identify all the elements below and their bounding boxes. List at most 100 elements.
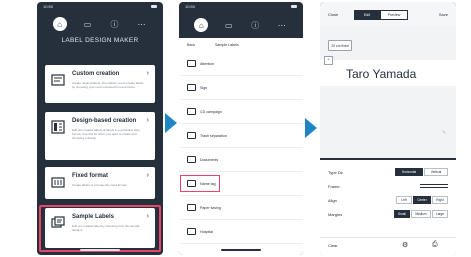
- editor-toolbar: Close Edit Preview Save: [320, 2, 456, 26]
- clear-button[interactable]: Clear: [328, 243, 338, 248]
- folder-label: Documents: [200, 157, 219, 162]
- folder-row[interactable]: CD campaign: [179, 100, 303, 124]
- menu-design-based[interactable]: Design-based creation Edit pre-created l…: [45, 112, 155, 160]
- folder-icon: [187, 108, 196, 115]
- row-label: Type Dir.: [328, 169, 344, 175]
- option-right[interactable]: Right: [432, 196, 448, 204]
- frame-preview-line: [420, 184, 448, 185]
- row-label: Margins: [328, 211, 343, 217]
- gear-icon[interactable]: ⚙: [402, 241, 408, 249]
- row-margins: Margins Small Medium Large: [328, 208, 448, 220]
- label-strip[interactable]: Taro Yamada: [320, 60, 456, 86]
- more-icon[interactable]: ⋯: [276, 19, 288, 31]
- row-label: Frame: [328, 183, 340, 189]
- home-indicator: [221, 249, 261, 251]
- editor-screen: Close Edit Preview Save 20 cm fixed Taro…: [320, 2, 456, 255]
- top-tabs: ⌂ ▭ ⓘ ⋯: [37, 13, 163, 35]
- option-small[interactable]: Small: [394, 210, 410, 218]
- row-type-dir: Type Dir. Horizontal Vertical: [328, 166, 448, 178]
- resize-handle-icon[interactable]: +: [324, 56, 333, 65]
- home-screen: 10:50 ⌂ ▭ ⓘ ⋯ LABEL DESIGN MAKER Custom …: [37, 2, 163, 255]
- chevron-right-icon: ›: [146, 172, 149, 179]
- row-label: Align: [328, 197, 337, 203]
- menu-custom-creation[interactable]: Custom creation Create original labels. …: [45, 65, 155, 103]
- sample-labels-screen: 10:50 ⌂ ▭ ⓘ ⋯ Back Sample Labels Attenti…: [179, 2, 303, 255]
- folder-label: Hospital: [200, 229, 213, 234]
- folder-row-name-tag[interactable]: Name tag: [179, 172, 303, 196]
- folder-icon: [187, 84, 196, 91]
- folder-icon: [187, 180, 196, 187]
- status-bar: 10:50: [179, 2, 303, 11]
- folder-row[interactable]: Hospital: [179, 220, 303, 244]
- sample-labels-highlight: [39, 205, 161, 252]
- home-indicator: [80, 249, 120, 251]
- home-icon[interactable]: ⌂: [52, 17, 67, 31]
- folder-row[interactable]: Trash separation: [179, 124, 303, 148]
- property-panel: Type Dir. Horizontal Vertical Frame Alig…: [320, 160, 456, 255]
- folder-label: Attention: [200, 61, 215, 66]
- battery-icon: [291, 5, 297, 8]
- print-icon[interactable]: ⎙: [432, 241, 438, 249]
- folder-icon[interactable]: ▭: [82, 18, 94, 30]
- folder-row[interactable]: Documents: [179, 148, 303, 172]
- sample-labels-sheet: Back Sample Labels Attention Sign CD cam…: [179, 38, 303, 255]
- menu-title: Design-based creation: [72, 118, 137, 124]
- folder-row[interactable]: Sign: [179, 76, 303, 100]
- label-text[interactable]: Taro Yamada: [346, 67, 416, 81]
- folder-row[interactable]: Paper saving: [179, 196, 303, 220]
- folder-icon[interactable]: ▭: [223, 19, 235, 31]
- menu-desc: Create original labels. Also allows you …: [72, 81, 144, 89]
- row-frame[interactable]: Frame: [328, 180, 448, 192]
- frame-preview-line: [420, 187, 448, 188]
- option-large[interactable]: Large: [432, 210, 448, 218]
- app-title: LABEL DESIGN MAKER: [61, 37, 139, 44]
- save-button[interactable]: Save: [439, 12, 448, 17]
- folder-label: Trash separation: [200, 133, 227, 138]
- fixed-length-badge[interactable]: 20 cm fixed: [328, 40, 352, 51]
- tab-edit[interactable]: Edit: [354, 10, 380, 20]
- status-bar: 10:50: [37, 2, 163, 11]
- folder-label: Name tag: [200, 181, 216, 186]
- option-center[interactable]: Center: [413, 196, 431, 204]
- label-canvas[interactable]: 20 cm fixed Taro Yamada + ✎: [320, 26, 456, 158]
- folder-label: CD campaign: [200, 109, 222, 114]
- status-time: 10:50: [185, 4, 196, 9]
- sheet-header: Back Sample Labels: [179, 38, 303, 52]
- folder-label: Sign: [200, 85, 208, 90]
- arrow-right-icon: [305, 118, 317, 138]
- menu-desc: Edit pre-created labels of labels in a p…: [72, 128, 140, 140]
- close-button[interactable]: Close: [328, 12, 338, 17]
- info-icon[interactable]: ⓘ: [249, 19, 261, 31]
- option-vertical[interactable]: Vertical: [424, 168, 448, 176]
- chevron-right-icon: ›: [146, 70, 149, 77]
- menu-desc: Create labels of a frequently used forma…: [72, 183, 128, 187]
- tab-preview[interactable]: Preview: [380, 10, 408, 20]
- folder-icon: [187, 228, 196, 235]
- sheet-title: Sample Labels: [215, 43, 239, 47]
- fixed-format-icon: [51, 177, 65, 188]
- menu-title: Fixed format: [72, 173, 109, 179]
- home-icon[interactable]: ⌂: [194, 18, 209, 32]
- back-button[interactable]: Back: [187, 43, 211, 47]
- more-icon[interactable]: ⋯: [136, 18, 148, 30]
- custom-creation-icon: [51, 74, 65, 86]
- folder-icon: [187, 204, 196, 211]
- folder-row[interactable]: Attention: [179, 52, 303, 76]
- battery-icon: [151, 5, 157, 8]
- row-align: Align Left Center Right: [328, 194, 448, 206]
- folder-icon: [187, 60, 196, 67]
- folder-icon: [187, 132, 196, 139]
- option-left[interactable]: Left: [396, 196, 412, 204]
- menu-fixed-format[interactable]: Fixed format Create labels of a frequent…: [45, 167, 155, 199]
- pencil-icon[interactable]: ✎: [442, 130, 448, 136]
- top-tabs: ⌂ ▭ ⓘ ⋯: [179, 15, 303, 35]
- option-medium[interactable]: Medium: [411, 210, 431, 218]
- status-time: 10:50: [43, 4, 54, 9]
- option-horizontal[interactable]: Horizontal: [395, 168, 423, 176]
- info-icon[interactable]: ⓘ: [109, 18, 121, 30]
- bottom-toolbar: Clear ⚙ ⎙: [320, 237, 456, 255]
- folder-icon: [187, 156, 196, 163]
- chevron-right-icon: ›: [146, 117, 149, 124]
- folder-label: Paper saving: [200, 205, 221, 210]
- arrow-right-icon: [165, 113, 177, 133]
